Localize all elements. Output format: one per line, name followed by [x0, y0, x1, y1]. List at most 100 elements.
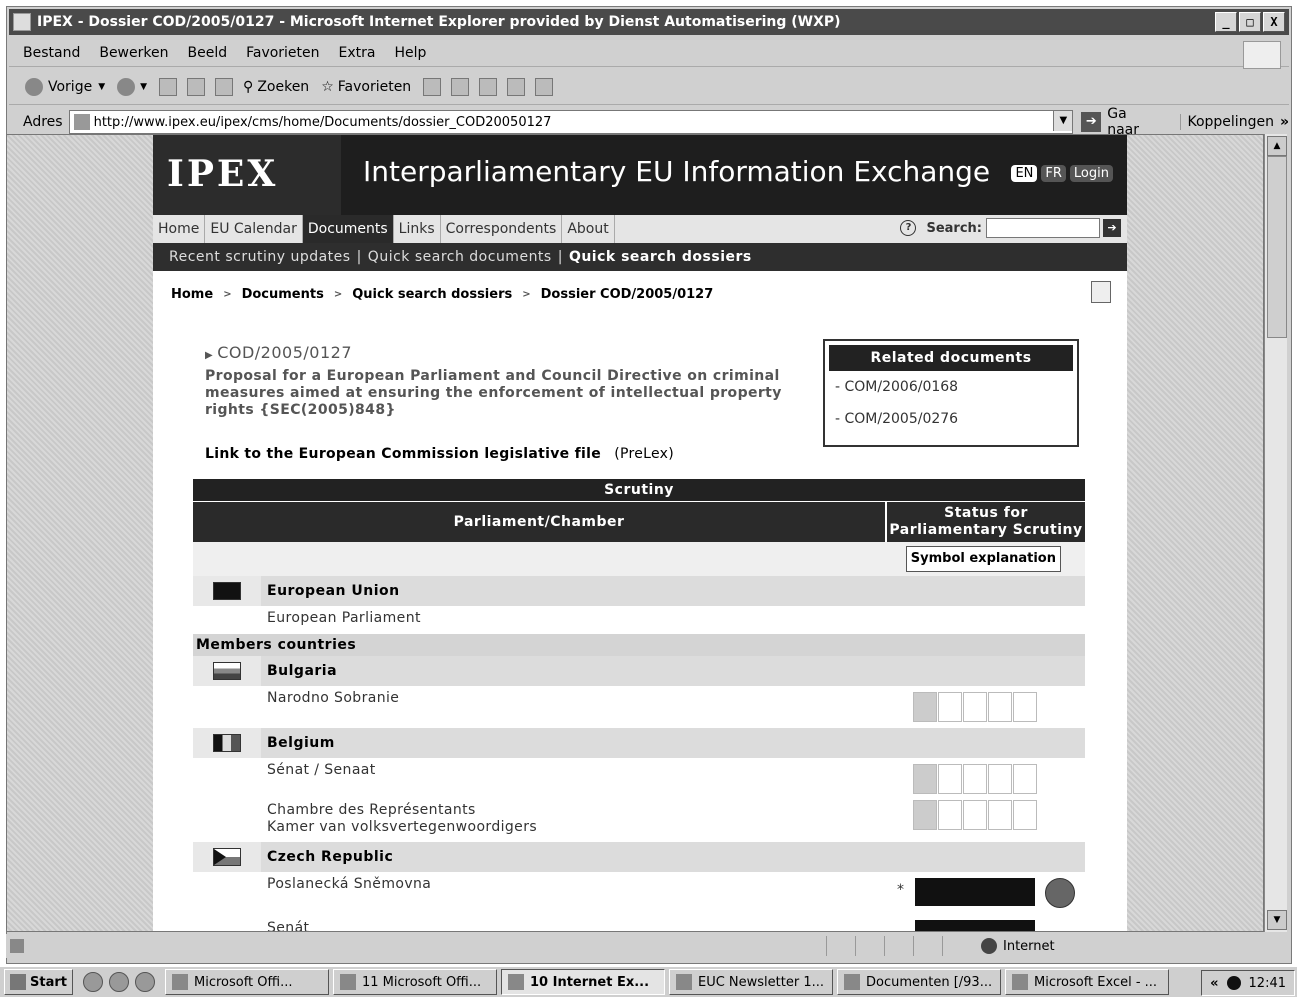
subnav-recent-scrutiny[interactable]: Recent scrutiny updates: [169, 249, 351, 265]
start-label: Start: [30, 974, 67, 990]
maximize-button[interactable]: □: [1239, 12, 1261, 32]
breadcrumb-home[interactable]: Home: [171, 287, 213, 302]
search-go-icon[interactable]: ➔: [1103, 219, 1121, 237]
chevron-right-icon[interactable]: »: [1280, 114, 1289, 130]
history-icon[interactable]: [423, 77, 442, 96]
print-icon[interactable]: [1091, 281, 1111, 303]
address-label: Adres: [23, 114, 63, 130]
favorites-button[interactable]: ☆ Favorieten: [321, 79, 411, 95]
site-search-input[interactable]: [986, 218, 1100, 238]
windows-logo-icon: [1243, 41, 1281, 69]
col-status: Status for Parliamentary Scrutiny: [889, 505, 1083, 538]
scroll-up-icon[interactable]: ▲: [1267, 136, 1287, 156]
menu-help[interactable]: Help: [395, 45, 427, 61]
taskbar-button[interactable]: Microsoft Excel - ...: [1004, 969, 1169, 995]
forward-button[interactable]: ▼: [117, 77, 147, 96]
taskbar-button[interactable]: 10 Internet Ex...: [500, 969, 665, 995]
chamber-name[interactable]: Senát: [267, 920, 309, 931]
ie-quicklaunch-icon[interactable]: [82, 972, 103, 992]
lang-en[interactable]: EN: [1011, 165, 1038, 182]
scrutiny-status-bar: [915, 878, 1035, 906]
chamber-name[interactable]: Poslanecká Sněmovna: [267, 876, 431, 893]
nav-correspondents[interactable]: Correspondents: [441, 215, 563, 243]
messenger-icon[interactable]: [535, 77, 554, 96]
breadcrumb-quick-search[interactable]: Quick search dossiers: [352, 287, 512, 302]
minimize-button[interactable]: _: [1215, 12, 1237, 32]
help-icon[interactable]: ?: [900, 220, 917, 236]
nav-documents[interactable]: Documents: [302, 215, 394, 243]
vertical-scrollbar[interactable]: ▲ ▼: [1264, 134, 1287, 932]
outlook-quicklaunch-icon[interactable]: [108, 972, 129, 992]
links-button[interactable]: Koppelingen: [1180, 114, 1274, 130]
related-document-link[interactable]: - COM/2006/0168: [835, 379, 1077, 395]
chamber-name[interactable]: European Parliament: [267, 610, 421, 627]
related-document-link[interactable]: - COM/2005/0276: [835, 411, 1077, 427]
subnav-quick-search-documents[interactable]: Quick search documents: [368, 249, 552, 265]
research-icon[interactable]: [507, 77, 526, 96]
taskbar-button[interactable]: EUC Newsletter 1...: [668, 969, 833, 995]
tray-expand-icon[interactable]: «: [1210, 976, 1218, 991]
sub-nav: Recent scrutiny updates | Quick search d…: [153, 243, 1127, 271]
pdf-icon: [675, 974, 692, 990]
refresh-icon[interactable]: [187, 77, 206, 96]
ipex-exchange-icon[interactable]: [1045, 878, 1075, 908]
address-dropdown-icon[interactable]: ▼: [1053, 111, 1073, 131]
back-arrow-icon: [25, 77, 43, 96]
prelex-link[interactable]: (PreLex): [614, 446, 674, 462]
toolbar: Vorige ▼ ▼ ⚲ Zoeken ☆ Favorieten: [9, 69, 1289, 105]
font-size-icon[interactable]: [451, 77, 470, 96]
lang-fr[interactable]: FR: [1041, 165, 1066, 182]
home-icon[interactable]: [215, 77, 234, 96]
menu-bestand[interactable]: Bestand: [23, 45, 80, 61]
desktop-quicklaunch-icon[interactable]: [134, 972, 155, 992]
notification-icon[interactable]: [1226, 976, 1241, 990]
scrutiny-status-boxes: [913, 692, 1037, 722]
start-button[interactable]: Start: [4, 969, 73, 995]
nav-about[interactable]: About: [562, 215, 615, 243]
country-name: European Union: [267, 583, 400, 599]
taskbar-label: 11 Microsoft Offi...: [361, 974, 482, 990]
breadcrumb-documents[interactable]: Documents: [242, 287, 324, 302]
breadcrumb-dossier: Dossier COD/2005/0127: [540, 287, 714, 302]
breadcrumb: Home > Documents > Quick search dossiers…: [171, 287, 713, 302]
nav-eu-calendar[interactable]: EU Calendar: [205, 215, 303, 243]
menu-extra[interactable]: Extra: [339, 45, 376, 61]
chamber-row: Chambre des Représentants Kamer van volk…: [193, 798, 1085, 842]
address-input[interactable]: http://www.ipex.eu/ipex/cms/home/Documen…: [68, 110, 1074, 134]
scroll-thumb[interactable]: [1267, 156, 1287, 338]
taskbar-button[interactable]: 11 Microsoft Offi...: [332, 969, 497, 995]
stop-icon[interactable]: [159, 77, 178, 96]
chamber-row: Poslanecká Sněmovna *: [193, 872, 1085, 916]
menu-beeld[interactable]: Beeld: [187, 45, 227, 61]
back-button[interactable]: Vorige ▼: [25, 77, 105, 96]
security-zone: Internet: [981, 938, 1055, 954]
page-icon: [73, 114, 90, 130]
print-icon[interactable]: [479, 77, 498, 96]
login-link[interactable]: Login: [1069, 165, 1113, 182]
chamber-name[interactable]: Chambre des Représentants: [267, 802, 537, 819]
site-banner: IPEX Interparliamentary EU Information E…: [153, 135, 1127, 215]
subnav-quick-search-dossiers[interactable]: Quick search dossiers: [569, 249, 752, 265]
menu-bewerken[interactable]: Bewerken: [99, 45, 168, 61]
nav-home[interactable]: Home: [153, 215, 206, 243]
close-button[interactable]: X: [1263, 12, 1285, 32]
ipex-logo[interactable]: IPEX: [167, 153, 278, 195]
symbol-explanation-button[interactable]: Symbol explanation: [905, 546, 1061, 572]
nav-links[interactable]: Links: [394, 215, 441, 243]
chamber-name[interactable]: Sénat / Senaat: [267, 762, 376, 779]
members-countries-header: Members countries: [193, 634, 1085, 656]
main-nav: Home EU Calendar Documents Links Corresp…: [153, 215, 1127, 244]
word-icon: [339, 974, 356, 990]
chamber-name[interactable]: Narodno Sobranie: [267, 690, 399, 707]
legislative-file-label: Link to the European Commission legislat…: [205, 446, 601, 462]
menu-favorieten[interactable]: Favorieten: [246, 45, 319, 61]
favorites-label: Favorieten: [337, 78, 412, 95]
taskbar-button[interactable]: Documenten [/93...: [836, 969, 1001, 995]
taskbar-label: Documenten [/93...: [865, 974, 993, 990]
scroll-down-icon[interactable]: ▼: [1267, 910, 1287, 930]
chamber-names: Chambre des Représentants Kamer van volk…: [267, 802, 537, 836]
search-button[interactable]: ⚲ Zoeken: [243, 79, 309, 95]
taskbar-button[interactable]: Microsoft Offi...: [164, 969, 329, 995]
taskbar-label: Microsoft Offi...: [193, 974, 293, 990]
chamber-name[interactable]: Kamer van volksvertegenwoordigers: [267, 819, 537, 836]
